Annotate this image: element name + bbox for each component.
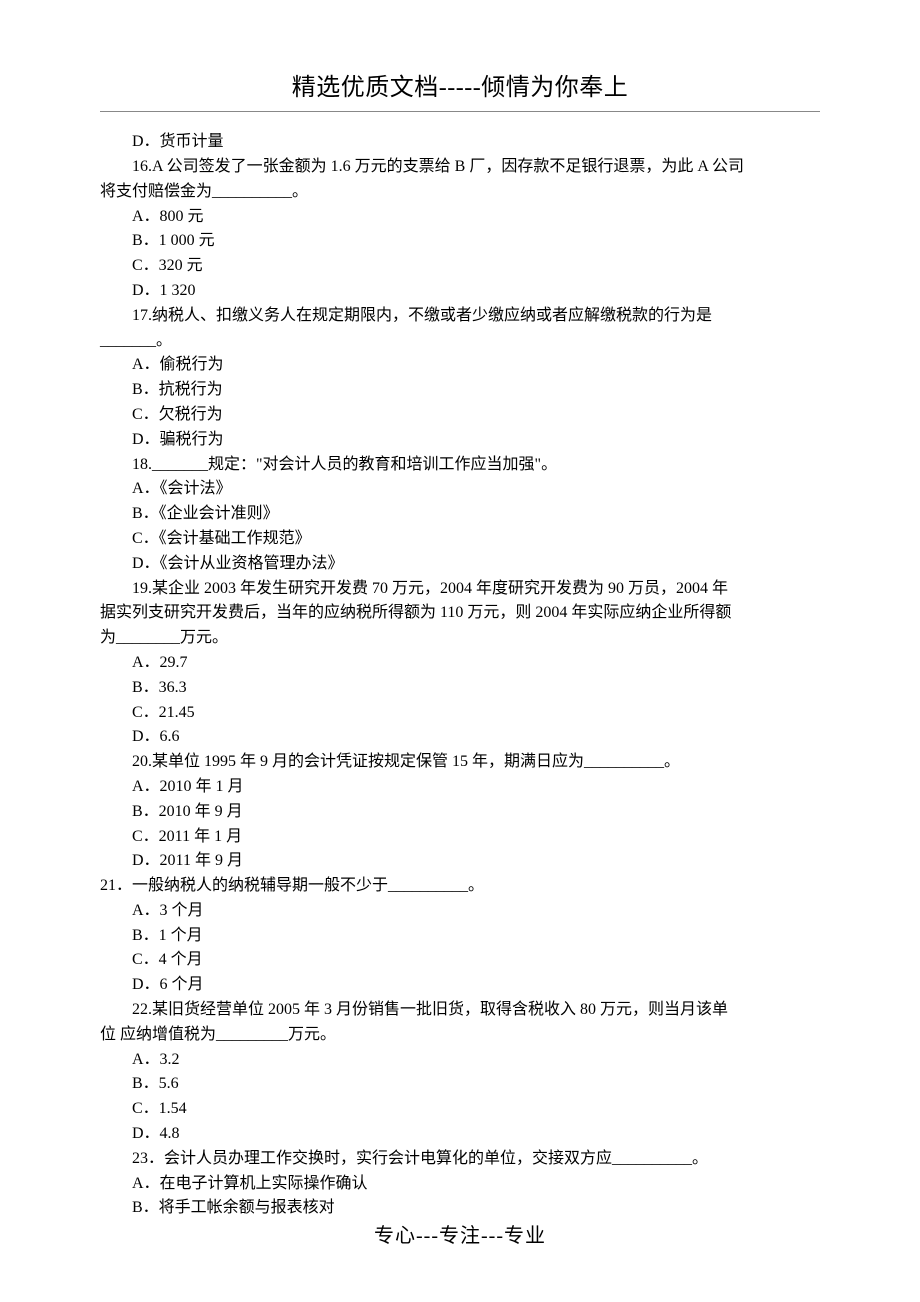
option-a: A．3.2 [100, 1048, 820, 1073]
option-c: C．《会计基础工作规范》 [100, 527, 820, 552]
document-body: D．货币计量 16.A 公司签发了一张金额为 1.6 万元的支票给 B 厂，因存… [100, 130, 820, 1221]
option-b: B．抗税行为 [100, 378, 820, 403]
page-footer: 专心---专注---专业 [0, 1221, 920, 1252]
question-17-cont: _______。 [100, 329, 820, 354]
question-17: 17.纳税人、扣缴义务人在规定期限内，不缴或者少缴应纳或者应解缴税款的行为是 [100, 304, 820, 329]
option-b: B．5.6 [100, 1072, 820, 1097]
option-c: C．1.54 [100, 1097, 820, 1122]
option-c: C．320 元 [100, 254, 820, 279]
option-b: B．1 000 元 [100, 229, 820, 254]
question-22: 22.某旧货经营单位 2005 年 3 月份销售一批旧货，取得含税收入 80 万… [100, 998, 820, 1023]
question-20: 20.某单位 1995 年 9 月的会计凭证按规定保管 15 年，期满日应为__… [100, 750, 820, 775]
question-23: 23．会计人员办理工作交换时，实行会计电算化的单位，交接双方应_________… [100, 1147, 820, 1172]
option-a: A．29.7 [100, 651, 820, 676]
option-d: D．2011 年 9 月 [100, 849, 820, 874]
header-divider [100, 111, 820, 112]
option-d: D．4.8 [100, 1122, 820, 1147]
page-header: 精选优质文档-----倾情为你奉上 [100, 70, 820, 107]
question-19: 19.某企业 2003 年发生研究开发费 70 万元，2004 年度研究开发费为… [100, 577, 820, 602]
option-b: B．《企业会计准则》 [100, 502, 820, 527]
option-a: A．偷税行为 [100, 353, 820, 378]
option-c: C．4 个月 [100, 948, 820, 973]
option-c: C．21.45 [100, 701, 820, 726]
option-c: C．欠税行为 [100, 403, 820, 428]
question-16-cont: 将支付赔偿金为__________。 [100, 180, 820, 205]
option-b: B．2010 年 9 月 [100, 800, 820, 825]
option-a: A．《会计法》 [100, 477, 820, 502]
option-a: A．3 个月 [100, 899, 820, 924]
question-19-cont2: 为________万元。 [100, 626, 820, 651]
option-a: A．在电子计算机上实际操作确认 [100, 1172, 820, 1197]
question-19-cont1: 据实列支研究开发费后，当年的应纳税所得额为 110 万元，则 2004 年实际应… [100, 601, 820, 626]
question-21: 21．一般纳税人的纳税辅导期一般不少于__________。 [100, 874, 820, 899]
option-d: D．《会计从业资格管理办法》 [100, 552, 820, 577]
question-16: 16.A 公司签发了一张金额为 1.6 万元的支票给 B 厂，因存款不足银行退票… [100, 155, 820, 180]
option-c: C．2011 年 1 月 [100, 825, 820, 850]
option-b: B．将手工帐余额与报表核对 [100, 1196, 820, 1221]
option-a: A．2010 年 1 月 [100, 775, 820, 800]
question-18: 18._______规定："对会计人员的教育和培训工作应当加强"。 [100, 453, 820, 478]
option-d: D．6.6 [100, 725, 820, 750]
option-d: D．骗税行为 [100, 428, 820, 453]
question-22-cont: 位 应纳增值税为_________万元。 [100, 1023, 820, 1048]
option-d: D．货币计量 [100, 130, 820, 155]
option-d: D．6 个月 [100, 973, 820, 998]
option-b: B．36.3 [100, 676, 820, 701]
option-d: D．1 320 [100, 279, 820, 304]
option-b: B．1 个月 [100, 924, 820, 949]
option-a: A．800 元 [100, 205, 820, 230]
